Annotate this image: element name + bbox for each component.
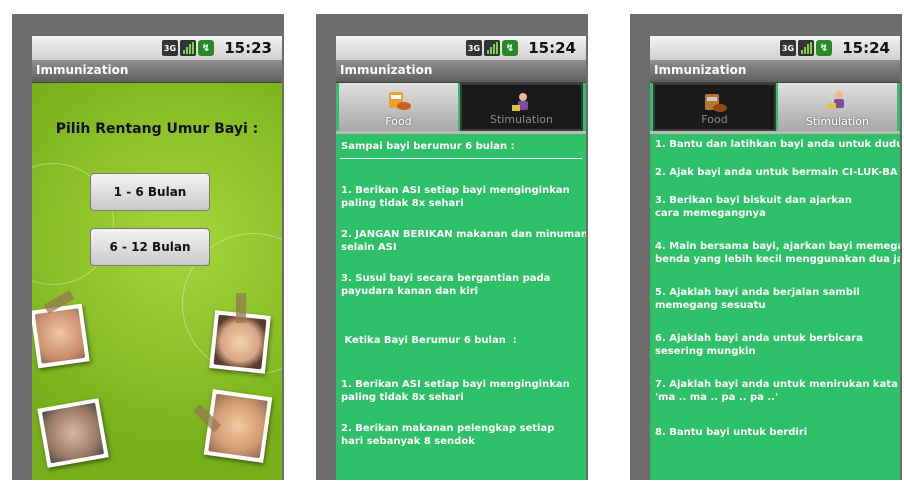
3g-icon: 3G <box>162 40 178 56</box>
list-item: 1. Berikan ASI setiap bayi menginginkan … <box>341 185 570 209</box>
tab-bar: Food Stimulation <box>650 83 900 131</box>
screen-age-select: 3G ↯ 15:23 Immunization Pilih Rentang Um… <box>32 36 282 480</box>
section-heading: Ketika Bayi Berumur 6 bulan : <box>341 335 517 346</box>
age-select-content: Pilih Rentang Umur Bayi : 1 - 6 Bulan 6 … <box>32 83 282 480</box>
tab-stimulation-label: Stimulation <box>490 113 553 126</box>
screen-stimulation: 3G ↯ 15:24 Immunization Food Stimulation… <box>650 36 900 480</box>
food-icon <box>704 94 727 112</box>
list-item: 1. Berikan ASI setiap bayi menginginkan … <box>341 379 570 403</box>
clock: 15:24 <box>842 39 890 57</box>
screen-food: 3G ↯ 15:24 Immunization Food Stimulation… <box>336 36 586 480</box>
title-bar: Immunization <box>32 60 282 83</box>
battery-icon: ↯ <box>198 40 214 56</box>
clock: 15:24 <box>528 39 576 57</box>
list-item: 6. Ajaklah bayi anda untuk berbicara ses… <box>655 333 863 357</box>
list-item: 2. JANGAN BERIKAN makanan dan minuman se… <box>341 229 586 253</box>
list-item: 3. Susui bayi secara bergantian pada pay… <box>341 273 551 297</box>
tab-food-label: Food <box>385 115 412 128</box>
tab-stimulation-label: Stimulation <box>806 115 869 128</box>
clock: 15:23 <box>224 39 272 57</box>
stimulation-list[interactable]: 1. Bantu dan latihkan bayi anda untuk du… <box>650 134 900 480</box>
tab-bar: Food Stimulation <box>336 83 586 131</box>
stimulation-content: Food Stimulation 1. Bantu dan latihkan b… <box>650 83 900 480</box>
age-6-12-button[interactable]: 6 - 12 Bulan <box>90 228 210 266</box>
stimulation-icon <box>827 91 844 109</box>
stimulation-icon <box>511 93 528 111</box>
list-item: 4. Main bersama bayi, ajarkan bayi memeg… <box>655 241 900 265</box>
baby-photo <box>32 303 90 369</box>
age-1-6-button[interactable]: 1 - 6 Bulan <box>90 173 210 211</box>
list-item: 2. Ajak bayi anda untuk bermain CI-LUK-B… <box>655 167 898 178</box>
battery-icon: ↯ <box>816 40 832 56</box>
status-bar: 3G ↯ 15:23 <box>32 36 282 60</box>
3g-icon: 3G <box>466 40 482 56</box>
tab-food[interactable]: Food <box>653 83 776 131</box>
list-item: 5. Ajaklah bayi anda berjalan sambil mem… <box>655 287 860 311</box>
app-title: Immunization <box>36 63 129 77</box>
title-bar: Immunization <box>650 60 900 83</box>
signal-icon <box>798 40 814 56</box>
signal-icon <box>484 40 500 56</box>
phone-frame-2: 3G ↯ 15:24 Immunization Food Stimulation… <box>316 14 588 480</box>
phone-frame-3: 3G ↯ 15:24 Immunization Food Stimulation… <box>630 14 902 480</box>
app-title: Immunization <box>654 63 747 77</box>
signal-icon <box>180 40 196 56</box>
status-bar: 3G ↯ 15:24 <box>336 36 586 60</box>
list-item: 2. Berikan makanan pelengkap setiap hari… <box>341 423 555 447</box>
status-bar: 3G ↯ 15:24 <box>650 36 900 60</box>
battery-icon: ↯ <box>502 40 518 56</box>
page-title: Pilih Rentang Umur Bayi : <box>55 121 259 137</box>
tab-stimulation[interactable]: Stimulation <box>778 83 897 131</box>
divider <box>340 158 582 159</box>
phone-frame-1: 3G ↯ 15:23 Immunization Pilih Rentang Um… <box>12 14 284 480</box>
list-item: 8. Bantu bayi untuk berdiri <box>655 427 808 438</box>
food-content: Food Stimulation Sampai bayi berumur 6 b… <box>336 83 586 480</box>
tab-food[interactable]: Food <box>339 83 458 131</box>
tab-food-label: Food <box>701 113 728 126</box>
baby-photo <box>37 398 109 468</box>
list-item: 1. Bantu dan latihkan bayi anda untuk du… <box>655 139 900 150</box>
tab-stimulation[interactable]: Stimulation <box>460 83 583 131</box>
food-icon <box>388 92 411 110</box>
list-item: 3. Berikan bayi biskuit dan ajarkan cara… <box>655 195 852 219</box>
title-bar: Immunization <box>336 60 586 83</box>
food-list[interactable]: Sampai bayi berumur 6 bulan : 1. Berikan… <box>336 134 586 480</box>
tape-decoration <box>236 293 246 323</box>
section-heading: Sampai bayi berumur 6 bulan : <box>341 141 515 152</box>
list-item: 7. Ajaklah bayi anda untuk menirukan kat… <box>655 379 898 403</box>
app-title: Immunization <box>340 63 433 77</box>
3g-icon: 3G <box>780 40 796 56</box>
